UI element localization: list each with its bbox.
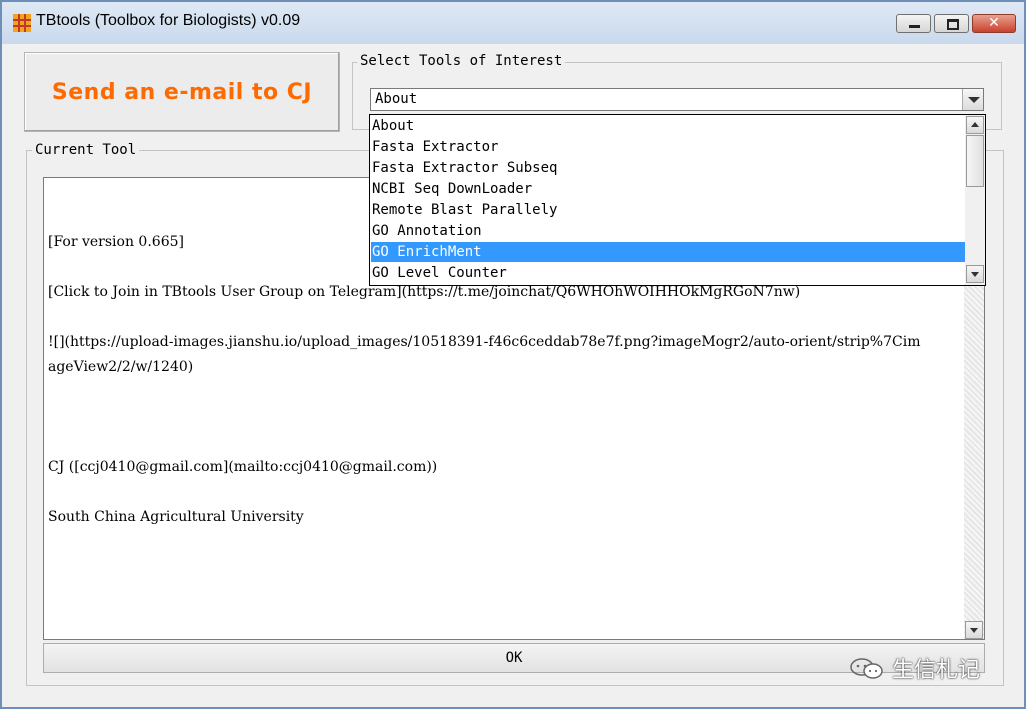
- send-email-label: Send an e-mail to CJ: [51, 79, 313, 105]
- dropdown-item[interactable]: GO Level Counter: [371, 263, 966, 283]
- close-icon: ✕: [988, 15, 1000, 31]
- wechat-icon: [850, 658, 883, 679]
- send-email-button[interactable]: Send an e-mail to CJ: [24, 52, 340, 132]
- content-line: [Click to Join in TBtools User Group on …: [48, 284, 801, 300]
- window-title: TBtools (Toolbox for Biologists) v0.09: [36, 12, 301, 29]
- content-line: CJ ([ccj0410@gmail.com](mailto:ccj0410@g…: [48, 459, 438, 475]
- watermark-text: 生信札记: [892, 658, 981, 683]
- content-line: South China Agricultural University: [48, 509, 304, 525]
- dropdown-scrollbar[interactable]: [965, 115, 985, 285]
- dropdown-item[interactable]: About: [371, 116, 966, 136]
- title-bar[interactable]: TBtools (Toolbox for Biologists) v0.09 ✕: [2, 2, 1024, 44]
- arrow-down-icon: [970, 628, 978, 633]
- scroll-thumb[interactable]: [966, 135, 984, 187]
- dropdown-item-highlighted[interactable]: GO EnrichMent: [371, 242, 966, 262]
- arrow-up-icon: [971, 122, 979, 127]
- scroll-down-button[interactable]: [966, 265, 984, 283]
- content-line: ![](https://upload-images.jianshu.io/upl…: [48, 334, 921, 350]
- scroll-up-button[interactable]: [966, 116, 984, 134]
- minimize-button[interactable]: [896, 14, 931, 33]
- dropdown-item[interactable]: Fasta Extractor: [371, 137, 966, 157]
- ok-button[interactable]: OK: [43, 643, 985, 673]
- chevron-down-icon: [968, 97, 980, 103]
- scroll-down-button[interactable]: [965, 621, 983, 639]
- dropdown-item[interactable]: GO Annotation: [371, 221, 966, 241]
- maximize-icon: [947, 19, 959, 30]
- current-tool-label: Current Tool: [32, 142, 140, 158]
- dropdown-item[interactable]: Fasta Extractor Subseq: [371, 158, 966, 178]
- select-tools-label: Select Tools of Interest: [357, 53, 566, 69]
- arrow-down-icon: [971, 272, 979, 277]
- combobox-dropdown-button[interactable]: [962, 89, 983, 110]
- watermark: 生信札记: [848, 652, 980, 684]
- app-window: TBtools (Toolbox for Biologists) v0.09 ✕…: [0, 0, 1026, 709]
- content-line: ageView2/2/w/1240): [48, 359, 194, 375]
- maximize-button[interactable]: [934, 14, 969, 33]
- tool-select-combobox[interactable]: About: [370, 88, 984, 111]
- minimize-icon: [909, 25, 920, 28]
- close-button[interactable]: ✕: [972, 14, 1016, 33]
- combobox-selected-value: About: [375, 91, 418, 107]
- dropdown-item[interactable]: NCBI Seq DownLoader: [371, 179, 966, 199]
- tool-dropdown-list[interactable]: About Fasta Extractor Fasta Extractor Su…: [369, 114, 986, 286]
- content-line: [For version 0.665]: [48, 234, 184, 250]
- tbtools-app-icon: [13, 14, 31, 32]
- dropdown-item[interactable]: Remote Blast Parallely: [371, 200, 966, 220]
